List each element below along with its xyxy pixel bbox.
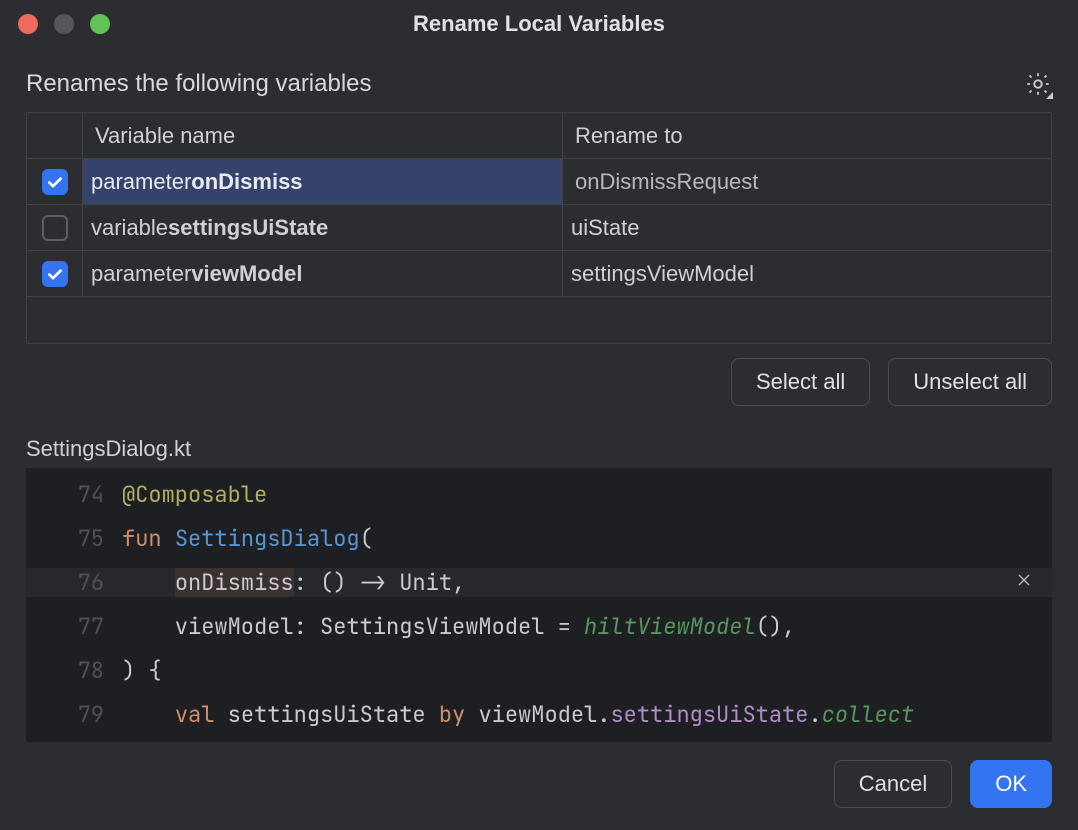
code-content: @Composable — [122, 480, 1052, 509]
gear-icon[interactable] — [1024, 70, 1052, 98]
row-checkbox[interactable] — [42, 261, 68, 287]
table-header: Variable name Rename to — [27, 113, 1051, 159]
minimize-window-icon — [54, 14, 74, 34]
checkbox-cell — [27, 159, 83, 205]
unselect-all-button[interactable]: Unselect all — [888, 358, 1052, 406]
code-content: val settingsUiState by viewModel.setting… — [122, 700, 1052, 729]
code-line: 76 onDismiss: () -> Unit, — [26, 560, 1052, 604]
checkbox-column-header — [27, 113, 83, 159]
dialog-window: Rename Local Variables Renames the follo… — [0, 0, 1078, 830]
line-number: 79 — [26, 700, 122, 729]
table-empty-row — [27, 297, 1051, 343]
table-row[interactable]: variable settingsUiStateuiState — [27, 205, 1051, 251]
variables-table: Variable name Rename to parameter onDism… — [26, 112, 1052, 344]
code-preview: 74@Composable75fun SettingsDialog(76 onD… — [26, 468, 1052, 742]
table-row[interactable]: parameter viewModelsettingsViewModel — [27, 251, 1051, 297]
cancel-button[interactable]: Cancel — [834, 760, 952, 808]
select-all-button[interactable]: Select all — [731, 358, 870, 406]
line-number: 77 — [26, 612, 122, 641]
code-content: fun SettingsDialog( — [122, 524, 1052, 553]
variable-name-cell[interactable]: variable settingsUiState — [83, 205, 563, 251]
checkbox-cell — [27, 251, 83, 297]
window-controls — [18, 14, 110, 34]
dialog-heading: Renames the following variables — [26, 70, 372, 98]
window-title: Rename Local Variables — [0, 11, 1078, 37]
rename-to-column-header: Rename to — [563, 113, 1051, 159]
code-line: 78) { — [26, 648, 1052, 692]
table-row[interactable]: parameter onDismiss — [27, 159, 1051, 205]
rename-input[interactable] — [567, 159, 1047, 204]
variable-name-cell[interactable]: parameter onDismiss — [83, 159, 563, 205]
variable-name-cell[interactable]: parameter viewModel — [83, 251, 563, 297]
rename-to-cell[interactable]: uiState — [563, 205, 1051, 251]
file-name-label: SettingsDialog.kt — [26, 436, 1052, 462]
line-number: 74 — [26, 480, 122, 509]
titlebar: Rename Local Variables — [0, 0, 1078, 48]
row-checkbox[interactable] — [42, 169, 68, 195]
line-number: 75 — [26, 524, 122, 553]
line-number: 76 — [26, 568, 122, 597]
code-line: 75fun SettingsDialog( — [26, 516, 1052, 560]
close-icon[interactable] — [1010, 566, 1038, 594]
line-number: 78 — [26, 656, 122, 685]
rename-to-cell[interactable]: settingsViewModel — [563, 251, 1051, 297]
checkbox-cell — [27, 205, 83, 251]
close-window-icon[interactable] — [18, 14, 38, 34]
rename-to-cell[interactable] — [563, 159, 1051, 205]
zoom-window-icon[interactable] — [90, 14, 110, 34]
code-content: viewModel: SettingsViewModel = hiltViewM… — [122, 612, 1052, 641]
row-checkbox[interactable] — [42, 215, 68, 241]
code-line: 74@Composable — [26, 472, 1052, 516]
code-content: ) { — [122, 656, 1052, 685]
code-line: 77 viewModel: SettingsViewModel = hiltVi… — [26, 604, 1052, 648]
ok-button[interactable]: OK — [970, 760, 1052, 808]
code-content: onDismiss: () -> Unit, — [122, 568, 1052, 597]
code-line: 79 val settingsUiState by viewModel.sett… — [26, 692, 1052, 736]
variable-name-column-header: Variable name — [83, 113, 563, 159]
